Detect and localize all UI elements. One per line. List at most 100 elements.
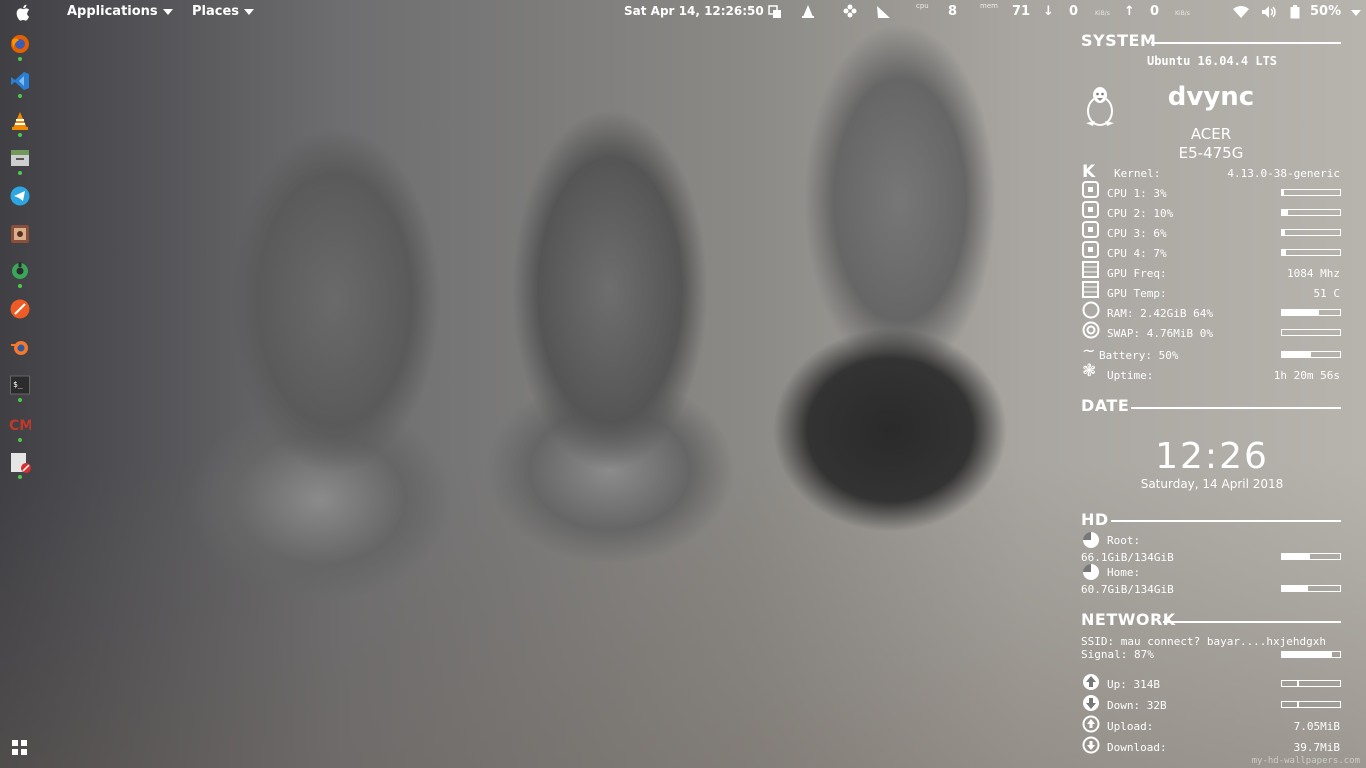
disk-pie-icon xyxy=(1083,564,1099,580)
battery-label: Battery: 50% xyxy=(1099,349,1179,362)
text-editor-icon[interactable] xyxy=(10,452,32,478)
dock: $_ CM xyxy=(0,25,40,768)
telegram-icon[interactable] xyxy=(10,186,30,210)
terminal-icon[interactable]: $_ xyxy=(10,375,30,399)
uptime-value: 1h 20m 56s xyxy=(1273,369,1340,382)
cpu2-label: CPU 2: 10% xyxy=(1107,207,1174,220)
workspaces-icon[interactable] xyxy=(768,5,782,23)
settings-wrench-icon[interactable] xyxy=(10,261,30,285)
tux-linux-icon xyxy=(1083,85,1117,130)
ram-label: RAM: 2.42GiB 64% xyxy=(1107,307,1213,320)
upload-total-label: Upload: xyxy=(1107,720,1154,733)
wallpaper-watermark: my-hd-wallpapers.com xyxy=(1251,756,1360,766)
up-speed-bar xyxy=(1281,680,1341,687)
chevron-down-icon xyxy=(162,8,173,15)
cpu4-label: CPU 4: 7% xyxy=(1107,247,1167,260)
gpu-temp-value: 51 C xyxy=(1313,287,1341,300)
applications-menu[interactable]: Applications xyxy=(67,4,173,19)
apple-logo-icon[interactable] xyxy=(15,3,33,26)
disk-pie-icon xyxy=(1083,532,1099,548)
download-arrow-icon: ↓ xyxy=(1043,4,1054,19)
root-label: Root: xyxy=(1107,534,1141,547)
download-total-label: Download: xyxy=(1107,741,1167,754)
home-usage-value: 60.7GiB/134GiB xyxy=(1081,583,1174,596)
applications-label: Applications xyxy=(67,4,158,19)
chevron-down-icon xyxy=(244,8,255,15)
postman-icon[interactable] xyxy=(10,299,30,323)
uptime-label: Uptime: xyxy=(1107,369,1154,382)
conky-panel: SYSTEM Ubuntu 16.04.4 LTS dvync ACER E5-… xyxy=(1081,0,1343,768)
ram-icon xyxy=(1082,301,1100,319)
ssid-value: SSID: mau connect? bayar....hxjehdgxh xyxy=(1081,635,1327,648)
upload-total-icon xyxy=(1082,715,1100,733)
ram-usage-bar xyxy=(1281,309,1341,316)
app-grid-icon[interactable] xyxy=(12,740,28,760)
vlc-tray-icon[interactable] xyxy=(801,4,815,23)
cpu-indicator-value: 8 xyxy=(948,4,958,19)
divider xyxy=(1151,42,1341,44)
gpu-freq-value: 1084 Mhz xyxy=(1287,267,1340,280)
hostname: dvync xyxy=(1167,82,1255,112)
image-viewer-icon[interactable] xyxy=(10,224,30,248)
os-version: Ubuntu 16.04.4 LTS xyxy=(1146,54,1278,68)
mem-indicator-label: mem xyxy=(980,2,998,10)
cpu-chip-icon xyxy=(1082,221,1099,238)
signal-strength-bar xyxy=(1281,651,1341,658)
clock-time: 12:26 xyxy=(1155,436,1269,477)
system-section-header: SYSTEM xyxy=(1081,31,1157,50)
places-menu[interactable]: Places xyxy=(192,4,255,19)
vlc-icon[interactable] xyxy=(10,111,30,135)
firefox-icon[interactable] xyxy=(10,34,30,58)
blender-icon[interactable] xyxy=(10,337,30,361)
down-speed-bar xyxy=(1281,701,1341,708)
cpu-chip-icon xyxy=(1082,181,1099,198)
cpu4-usage-bar xyxy=(1281,249,1341,256)
upload-total-value: 7.05MiB xyxy=(1293,720,1340,733)
flower-tray-icon[interactable] xyxy=(843,4,857,22)
down-speed-label: Down: 32B xyxy=(1107,699,1167,712)
mem-indicator-value: 71 xyxy=(1012,4,1031,19)
running-indicator xyxy=(18,57,22,61)
download-total-icon xyxy=(1082,736,1100,754)
swap-label: SWAP: 4.76MiB 0% xyxy=(1107,327,1213,340)
uptime-sun-icon: ❃ xyxy=(1082,361,1097,381)
kernel-icon: K xyxy=(1082,162,1096,182)
chevron-down-icon[interactable] xyxy=(1351,10,1361,16)
up-speed-label: Up: 314B xyxy=(1107,678,1160,691)
clock[interactable]: Sat Apr 14, 12:26:50 xyxy=(624,4,764,18)
cpu-indicator-label: cpu xyxy=(916,2,929,10)
cpu3-label: CPU 3: 6% xyxy=(1107,227,1167,240)
vscode-icon[interactable] xyxy=(10,71,30,95)
device-model: E5-475G xyxy=(1178,144,1244,162)
pen-tray-icon[interactable] xyxy=(876,4,892,23)
download-total-value: 39.7MiB xyxy=(1293,741,1340,754)
gpu-icon xyxy=(1082,281,1099,298)
cpu1-label: CPU 1: 3% xyxy=(1107,187,1167,200)
battery-level-bar xyxy=(1281,351,1341,358)
running-indicator xyxy=(18,133,22,137)
network-section-header: NETWORK xyxy=(1081,610,1176,629)
running-indicator xyxy=(18,398,22,402)
cm-app-icon[interactable]: CM xyxy=(9,415,33,439)
home-usage-bar xyxy=(1281,585,1341,592)
gpu-temp-label: GPU Temp: xyxy=(1107,287,1167,300)
running-indicator xyxy=(18,284,22,288)
swap-usage-bar xyxy=(1281,329,1341,336)
date-section-header: DATE xyxy=(1081,396,1130,415)
swap-icon xyxy=(1082,321,1100,339)
cpu2-usage-bar xyxy=(1281,209,1341,216)
cpu-chip-icon xyxy=(1082,201,1099,218)
full-date: Saturday, 14 April 2018 xyxy=(1140,477,1284,491)
gpu-icon xyxy=(1082,261,1099,278)
files-icon[interactable] xyxy=(10,148,30,172)
kernel-label: Kernel: xyxy=(1114,167,1161,180)
gpu-freq-label: GPU Freq: xyxy=(1107,267,1167,280)
cpu-chip-icon xyxy=(1082,241,1099,258)
download-arrow-icon xyxy=(1083,695,1099,711)
running-indicator xyxy=(18,438,22,442)
device-brand: ACER xyxy=(1190,125,1232,143)
battery-wave-icon: ~ xyxy=(1082,341,1096,360)
root-usage-bar xyxy=(1281,553,1341,560)
cpu1-usage-bar xyxy=(1281,189,1341,196)
running-indicator xyxy=(18,475,22,479)
